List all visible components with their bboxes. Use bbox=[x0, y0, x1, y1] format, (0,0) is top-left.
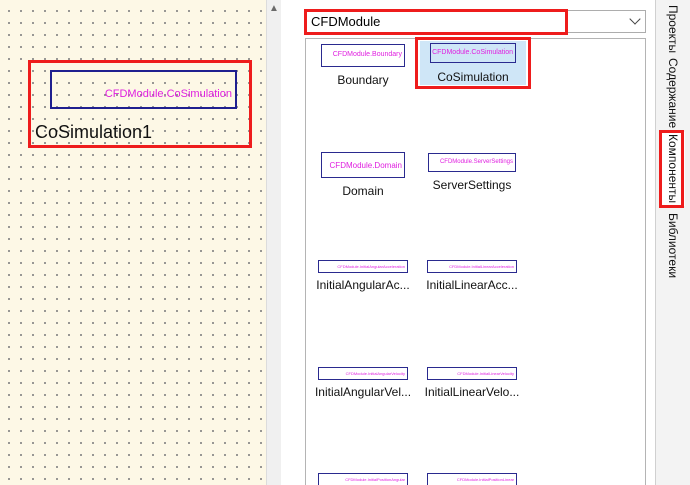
palette-item-domain[interactable]: CFDModule.Domain Domain bbox=[313, 152, 413, 198]
component-icon: CFDModule.InitialAngularVelocity bbox=[318, 367, 408, 380]
component-icon: CFDModule.ServerSettings bbox=[428, 153, 516, 172]
chevron-down-icon[interactable] bbox=[629, 13, 641, 25]
component-icon: CFDModule.InitialLinearVelocity bbox=[427, 367, 517, 380]
palette-item-initial-position-linear[interactable]: CFDModule.InitialPositionLinear bbox=[420, 473, 524, 485]
palette-item-boundary[interactable]: CFDModule.Boundary Boundary bbox=[313, 44, 413, 87]
component-instance-name: CoSimulation1 bbox=[35, 122, 153, 142]
highlight-frame bbox=[659, 130, 684, 208]
canvas-scrollbar[interactable]: ▲ bbox=[266, 0, 281, 485]
component-icon: CFDModule.Domain bbox=[321, 152, 405, 178]
side-tab-strip: Проекты Содержание Компоненты Библиотеки bbox=[655, 0, 690, 485]
scroll-up-icon[interactable]: ▲ bbox=[267, 2, 281, 16]
component-icon: CFDModule.Boundary bbox=[321, 44, 405, 67]
palette-item-initial-angular-vel[interactable]: CFDModule.InitialAngularVelocity Initial… bbox=[311, 367, 415, 399]
component-icon: CFDModule.InitialAngularAcceleration bbox=[318, 260, 408, 273]
component-icon: CFDModule.InitialLinearAcceleration bbox=[427, 260, 517, 273]
palette-item-label: InitialLinearVelo... bbox=[424, 385, 520, 399]
diagram-canvas[interactable]: CFDModule.CoSimulation CoSimulation1 bbox=[0, 0, 267, 485]
palette-item-label: InitialAngularAc... bbox=[316, 278, 410, 292]
palette-item-initial-linear-velo[interactable]: CFDModule.InitialLinearVelocity InitialL… bbox=[420, 367, 524, 399]
tab-projects[interactable]: Проекты bbox=[661, 4, 685, 54]
tab-libraries[interactable]: Библиотеки bbox=[661, 210, 685, 282]
palette-item-label: InitialAngularVel... bbox=[314, 385, 412, 399]
palette-item-label: Boundary bbox=[337, 73, 389, 87]
splitter[interactable] bbox=[281, 0, 301, 485]
placed-component-cosimulation[interactable]: CFDModule.CoSimulation CoSimulation1 bbox=[28, 60, 252, 148]
component-icon: CFDModule.InitialPositionLinear bbox=[427, 473, 517, 485]
palette-item-label: ServerSettings bbox=[432, 178, 512, 192]
component-icon: CFDModule.InitialPositionAngular bbox=[318, 473, 408, 485]
highlight-frame bbox=[415, 37, 531, 89]
palette-item-initial-linear-acc[interactable]: CFDModule.InitialLinearAcceleration Init… bbox=[420, 260, 524, 292]
palette-item-server-settings[interactable]: CFDModule.ServerSettings ServerSettings bbox=[420, 153, 524, 192]
palette-item-initial-position-angular[interactable]: CFDModule.InitialPositionAngular bbox=[311, 473, 415, 485]
component-block[interactable]: CFDModule.CoSimulation bbox=[50, 70, 237, 109]
highlight-frame bbox=[304, 9, 568, 35]
component-block-text: CFDModule.CoSimulation bbox=[104, 88, 232, 100]
palette-item-label: InitialLinearAcc... bbox=[426, 278, 518, 292]
tab-contents[interactable]: Содержание bbox=[661, 56, 685, 130]
palette-item-label: Domain bbox=[342, 184, 384, 198]
palette-item-initial-angular-acc[interactable]: CFDModule.InitialAngularAcceleration Ini… bbox=[311, 260, 415, 292]
component-palette[interactable]: CFDModule.Boundary Boundary CFDModule.Co… bbox=[305, 38, 646, 485]
